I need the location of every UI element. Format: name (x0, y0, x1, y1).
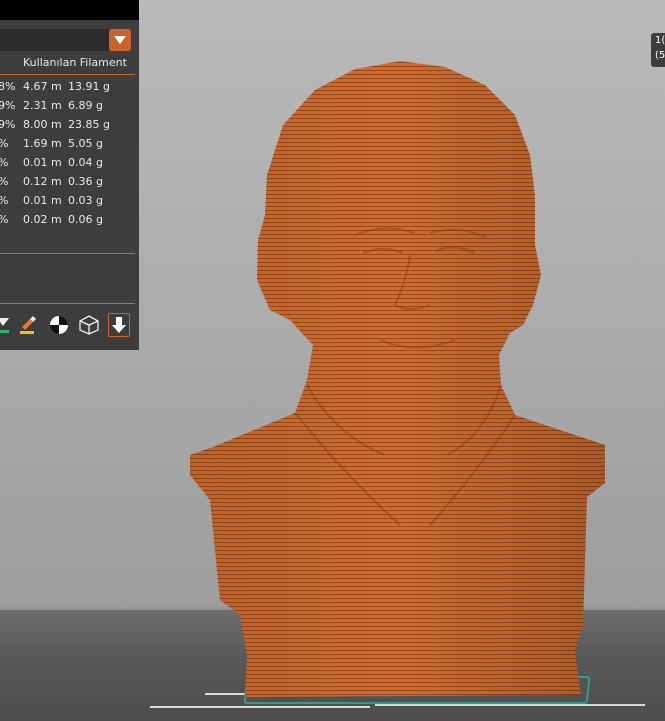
cell-percent: % (0, 156, 8, 169)
table-row: 9% 2.31 m 6.89 g (0, 99, 139, 118)
right-info-tag: 1( (5 (651, 33, 665, 67)
section-divider (0, 253, 135, 254)
cell-length: 4.67 m (23, 80, 62, 93)
panel-title-bar (0, 0, 139, 20)
cell-percent: 9% (0, 118, 16, 131)
table-row: % 0.01 m 0.03 g (0, 194, 139, 213)
panel-toolbar (0, 313, 139, 339)
cell-length: 0.01 m (23, 194, 62, 207)
column-header-used-filament: Kullanılan Filament (23, 56, 127, 69)
wireframe-cube-icon[interactable] (78, 313, 100, 337)
cell-percent: 9% (0, 99, 16, 112)
cell-percent: % (0, 213, 8, 226)
cell-weight: 23.85 g (68, 118, 110, 131)
chevron-down-icon (114, 36, 126, 44)
right-info-line: 1( (655, 35, 665, 46)
table-row: 8% 4.67 m 13.91 g (0, 80, 139, 99)
header-divider (0, 74, 135, 75)
cell-weight: 0.03 g (68, 194, 103, 207)
cell-length: 1.69 m (23, 137, 62, 150)
bed-grid-line (150, 706, 370, 708)
cell-weight: 0.06 g (68, 213, 103, 226)
table-row: % 0.01 m 0.04 g (0, 156, 139, 175)
cell-length: 0.02 m (23, 213, 62, 226)
cell-length: 0.12 m (23, 175, 62, 188)
table-row: % 0.02 m 0.06 g (0, 213, 139, 232)
cell-percent: % (0, 194, 8, 207)
support-blocker-icon[interactable] (0, 313, 14, 337)
cell-length: 8.00 m (23, 118, 62, 131)
cell-length: 2.31 m (23, 99, 62, 112)
cell-weight: 0.36 g (68, 175, 103, 188)
cell-length: 0.01 m (23, 156, 62, 169)
right-info-line: (5 (655, 50, 665, 61)
sliced-bust-model[interactable] (185, 55, 610, 705)
cell-weight: 6.89 g (68, 99, 103, 112)
table-row: % 0.12 m 0.36 g (0, 175, 139, 194)
print-info-panel: Kullanılan Filament 8% 4.67 m 13.91 g 9%… (0, 0, 139, 350)
paint-brush-icon[interactable] (17, 313, 39, 337)
cell-percent: % (0, 137, 8, 150)
color-contrast-icon[interactable] (48, 313, 70, 337)
table-row: % 1.69 m 5.05 g (0, 137, 139, 156)
view-mode-select[interactable] (0, 29, 131, 51)
cell-weight: 0.04 g (68, 156, 103, 169)
toolbar-divider (0, 303, 135, 304)
dropdown-arrow-button[interactable] (109, 29, 131, 51)
cell-percent: % (0, 175, 8, 188)
table-row: 9% 8.00 m 23.85 g (0, 118, 139, 137)
cell-weight: 5.05 g (68, 137, 103, 150)
download-arrow-icon[interactable] (108, 313, 130, 337)
cell-percent: 8% (0, 80, 16, 93)
cell-weight: 13.91 g (68, 80, 110, 93)
